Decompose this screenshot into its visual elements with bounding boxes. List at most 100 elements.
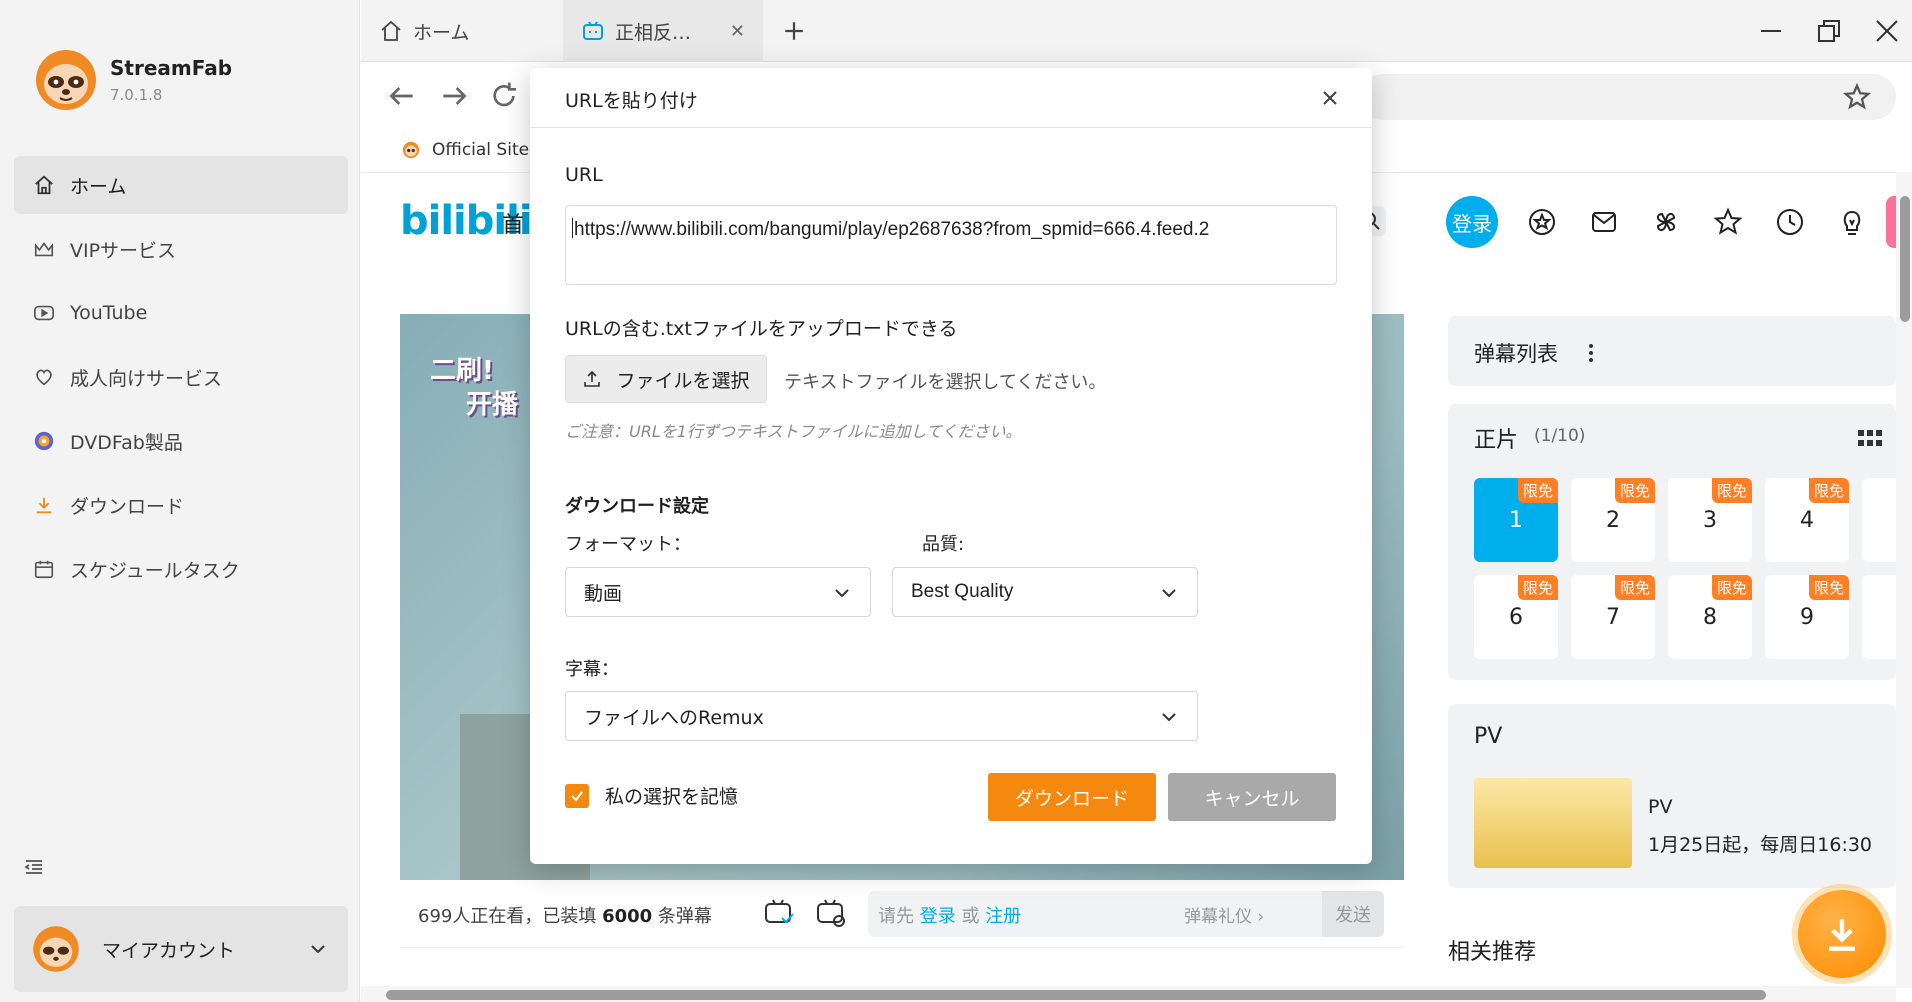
cancel-button[interactable]: キャンセル [1168,773,1336,821]
sidebar-item-vip[interactable]: VIPサービス [14,220,348,278]
app-name: StreamFab [110,56,233,80]
lightbulb-icon[interactable] [1836,206,1868,238]
related-title: 相关推荐 [1448,940,1537,965]
episode-item[interactable]: 4 限免 [1765,478,1849,562]
danmaku-send-button[interactable]: 发送 [1322,891,1384,937]
dynamic-fan-icon[interactable] [1650,206,1682,238]
episode-item-partial[interactable] [1862,575,1896,659]
url-input[interactable]: https://www.bilibili.com/bangumi/play/ep… [565,205,1337,285]
sidebar-item-dvdfab[interactable]: DVDFab製品 [14,412,348,470]
sidebar-item-adult[interactable]: 成人向けサービス [14,348,348,406]
episode-number: 9 [1800,604,1814,630]
minimize-icon[interactable] [1756,16,1786,46]
sidebar-item-label: 成人向けサービス [70,367,223,390]
danmaku-settings-icon[interactable] [814,896,848,930]
sidebar-item-label: VIPサービス [70,239,177,262]
bilibili-tv-icon [583,21,603,40]
chevron-down-icon [1162,713,1176,722]
back-icon[interactable] [386,80,418,112]
close-icon[interactable] [1316,84,1344,112]
close-window-icon[interactable] [1872,16,1902,46]
restore-icon[interactable] [1814,16,1844,46]
chevron-down-icon [311,945,325,954]
free-badge: 限免 [1614,478,1655,503]
download-button[interactable]: ダウンロード [988,773,1156,821]
horizontal-scrollbar-thumb[interactable] [386,990,1766,1000]
register-link[interactable]: 注册 [985,906,1021,927]
sidebar-item-label: DVDFab製品 [70,431,183,454]
vertical-scrollbar-thumb[interactable] [1900,196,1910,322]
bookmark-star-icon[interactable] [1842,82,1872,112]
sidebar-item-download[interactable]: ダウンロード [14,476,348,534]
bilibili-nav-home[interactable]: 首 [502,207,524,239]
reload-icon[interactable] [488,80,520,112]
pv-thumbnail[interactable] [1474,778,1632,868]
badge-star-icon[interactable] [1526,206,1558,238]
free-badge: 限免 [1517,478,1558,503]
episode-item[interactable]: 1 限免 [1474,478,1558,562]
forward-icon[interactable] [438,80,470,112]
bookmark-official-site[interactable]: Official Site [402,134,529,166]
choose-file-label: ファイルを選択 [616,369,750,392]
video-caption: 开播 [466,390,519,420]
sidebar-item-youtube[interactable]: YouTube [14,284,348,342]
quality-label: 品質: [922,534,965,555]
more-icon[interactable] [1586,342,1596,364]
subtitle-select[interactable]: ファイルへのRemux [565,691,1198,741]
quality-select[interactable]: Best Quality [892,567,1198,617]
episodes-title: 正片 [1474,428,1519,453]
episode-item[interactable]: 7 限免 [1571,575,1655,659]
episode-item[interactable]: 6 限免 [1474,575,1558,659]
episode-item-partial[interactable] [1862,478,1896,562]
format-select[interactable]: 動画 [565,567,871,617]
dvdfab-icon [32,429,56,453]
address-input[interactable] [1360,74,1896,120]
episode-item[interactable]: 3 限免 [1668,478,1752,562]
login-button[interactable]: 登录 [1446,196,1498,248]
danmaku-etiquette-link[interactable]: 弹幕礼仪 › [1184,902,1264,927]
tab-label: ホーム [413,21,470,44]
episode-number: 3 [1703,507,1717,533]
free-badge: 限免 [1808,478,1849,503]
danmaku-count: 6000 [602,906,653,927]
message-icon[interactable] [1588,206,1620,238]
episode-item[interactable]: 9 限免 [1765,575,1849,659]
episode-item[interactable]: 8 限免 [1668,575,1752,659]
sidebar-item-home[interactable]: ホーム [14,156,348,214]
account-label: マイアカウント [102,939,236,962]
avatar [33,926,79,972]
collapse-sidebar-icon[interactable] [22,855,46,879]
episode-item[interactable]: 2 限免 [1571,478,1655,562]
close-icon[interactable]: ✕ [730,21,745,42]
subtitle-label: 字幕： [565,659,619,680]
floating-download-button[interactable] [1798,890,1886,978]
sidebar-nav: ホーム VIPサービス YouTube 成人向けサービス DVDFab製品 ダウ… [14,156,348,604]
favorite-star-icon[interactable] [1712,206,1744,238]
new-tab-icon[interactable] [779,16,809,46]
episodes-count: (1/10) [1534,426,1586,446]
remember-checkbox[interactable] [565,783,589,808]
remember-choice[interactable]: 私の選択を記憶 [565,782,738,809]
file-note: ご注意：URLを1行ずつテキストファイルに追加してください。 [565,422,1022,441]
tab-home[interactable]: ホーム [361,0,561,62]
paste-url-dialog: URLを貼り付け URL https://www.bilibili.com/ba… [530,68,1372,864]
pv-schedule: 1月25日起，每周日16:30 [1648,834,1873,856]
danmaku-toggle-icon[interactable] [762,896,796,930]
grid-view-icon[interactable] [1858,428,1882,448]
episode-number: 6 [1509,604,1523,630]
bookmark-label: Official Site [432,140,530,160]
url-label: URL [565,164,603,186]
pv-section-title: PV [1474,724,1503,749]
pv-name[interactable]: PV [1648,796,1672,818]
app-version: 7.0.1.8 [110,86,163,104]
sidebar-item-label: ホーム [70,175,127,198]
tab-bilibili[interactable]: 正相反… ✕ [563,0,763,62]
upload-icon [584,370,601,387]
hint-text: 请先 [878,906,920,927]
viewer-text: 条弹幕 [652,906,712,927]
sidebar-item-schedule[interactable]: スケジュールタスク [14,540,348,598]
login-link[interactable]: 登录 [920,906,956,927]
account-menu[interactable]: マイアカウント [14,906,348,992]
choose-file-button[interactable]: ファイルを選択 [565,355,767,403]
history-clock-icon[interactable] [1774,206,1806,238]
